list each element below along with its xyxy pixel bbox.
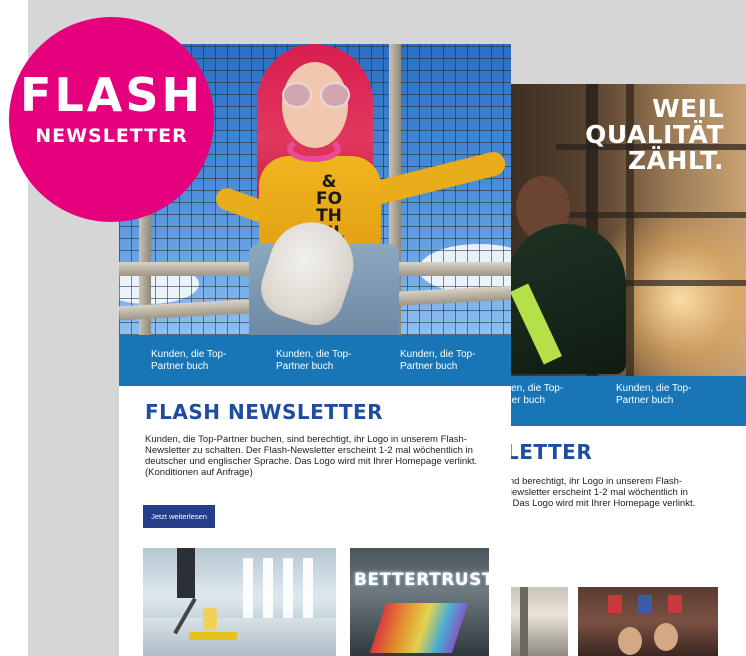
newsletter-preview-back: WEIL QUALITÄT ZÄHLT. nden, die Top- rtne… [496, 84, 746, 656]
blue-link-bar: Kunden, die Top-Partner buch Kunden, die… [119, 335, 511, 386]
blue-bar-link[interactable]: Kunden, die Top-Partner buch [276, 349, 372, 373]
blue-bar-link[interactable]: nden, die Top- rtner buch [500, 383, 610, 407]
blue-bar-link[interactable]: Kunden, die Top-Partner buch [151, 349, 247, 373]
thumbnail-image[interactable] [578, 587, 718, 656]
badge-title: FLASH [20, 68, 203, 122]
badge-subtitle: NEWSLETTER [35, 125, 188, 147]
read-more-button[interactable]: Jetzt weiterlesen [143, 505, 215, 528]
blue-bar-link[interactable]: Kunden, die Top- Partner buch [616, 383, 726, 407]
newsletter-title: LETTER [506, 440, 593, 464]
thumbnail-image-bettertrust[interactable]: BETTERTRUST [350, 548, 489, 656]
flash-newsletter-badge: FLASH NEWSLETTER [9, 17, 214, 222]
bettertrust-sign: BETTERTRUST [354, 570, 489, 590]
newsletter-body: sind berechtigt, ihr Logo in unserem Fla… [502, 476, 696, 509]
blue-link-bar: nden, die Top- rtner buch Kunden, die To… [496, 376, 746, 426]
newsletter-body: Kunden, die Top-Partner buchen, sind ber… [145, 434, 478, 478]
hero-headline: WEIL QUALITÄT ZÄHLT. [585, 94, 724, 175]
hero-image-worker: WEIL QUALITÄT ZÄHLT. [496, 84, 746, 376]
newsletter-title: FLASH NEWSLETTER [145, 400, 384, 424]
thumbnail-image-cleaning[interactable] [143, 548, 336, 656]
thumbnail-image[interactable] [510, 587, 568, 656]
blue-bar-link[interactable]: Kunden, die Top-Partner buch [400, 349, 496, 373]
